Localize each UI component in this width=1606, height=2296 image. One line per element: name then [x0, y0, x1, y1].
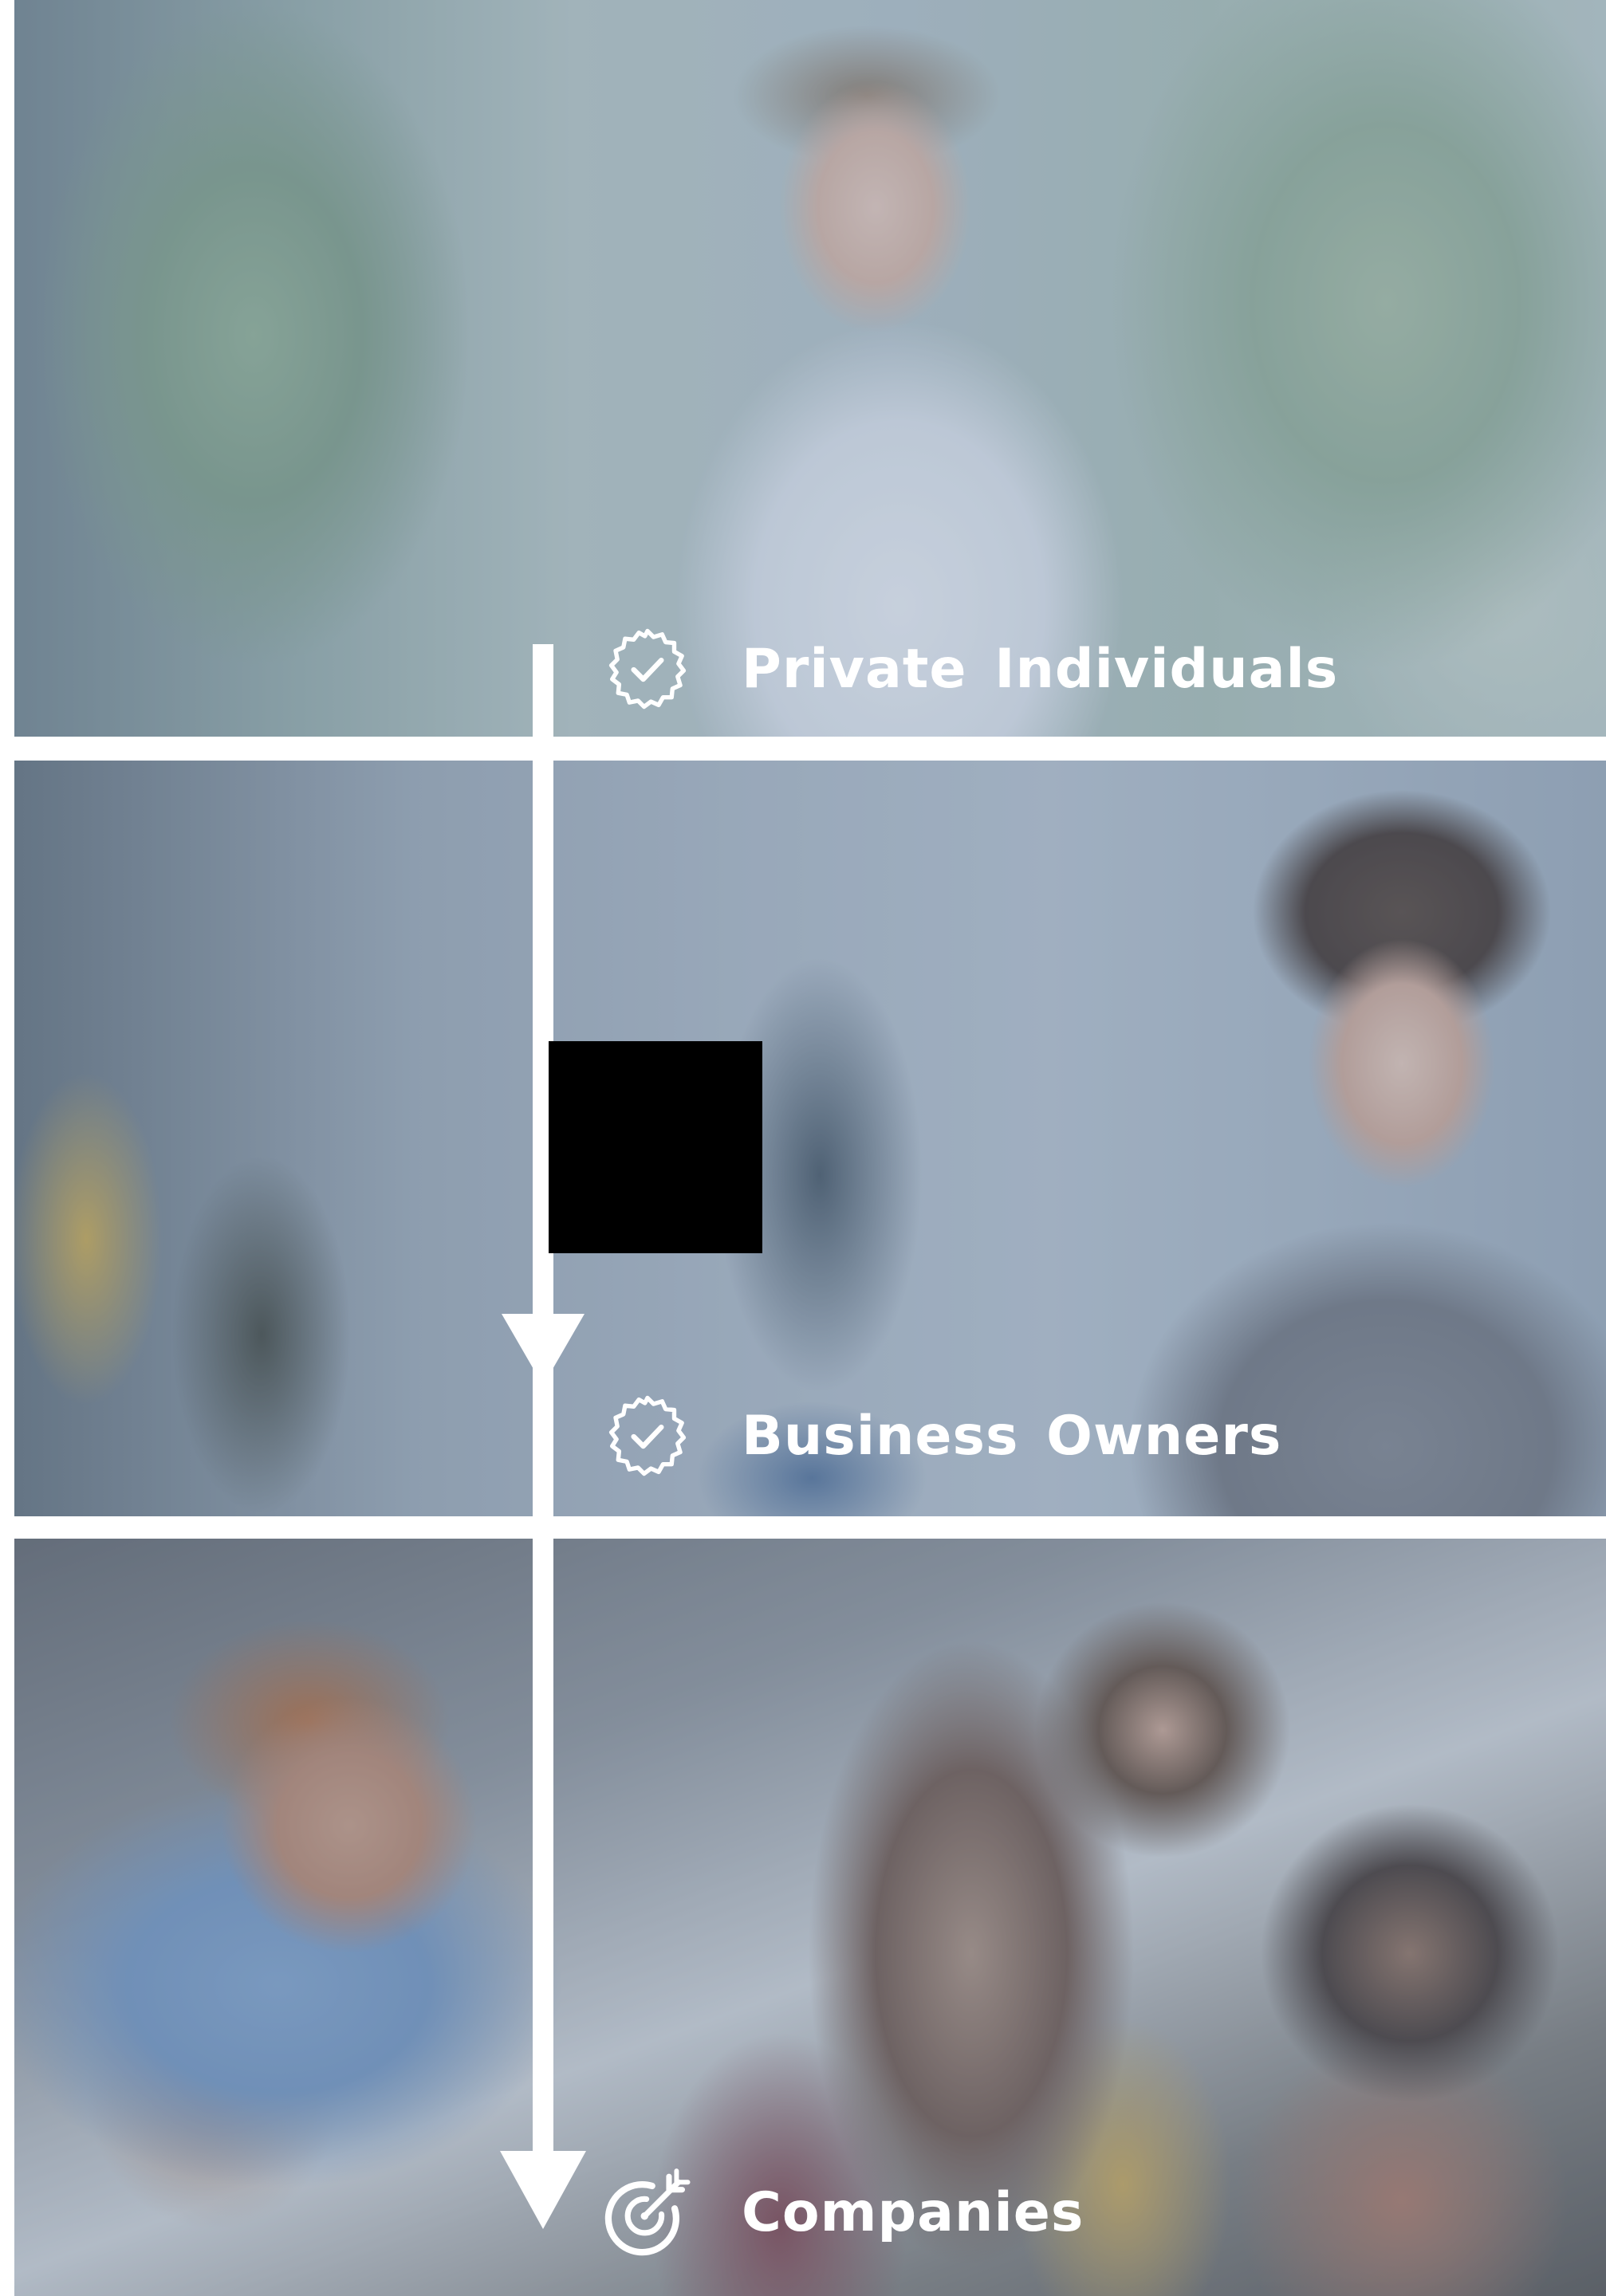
segment-companies: Companies [601, 2165, 1084, 2259]
arrow-down-icon [500, 2151, 586, 2229]
redaction-block [549, 1041, 762, 1253]
segment-private-individuals: Private Individuals [604, 626, 1338, 712]
verified-badge-icon [608, 1395, 687, 1476]
verified-badge-icon [608, 628, 687, 710]
segment-label: Private Individuals [742, 637, 1339, 701]
segment-label: Business Owners [742, 1404, 1282, 1468]
segment-label: Companies [742, 2180, 1084, 2244]
target-arrow-icon [604, 2168, 691, 2256]
segment-business-owners: Business Owners [604, 1393, 1281, 1479]
timeline-line [533, 1357, 553, 2173]
